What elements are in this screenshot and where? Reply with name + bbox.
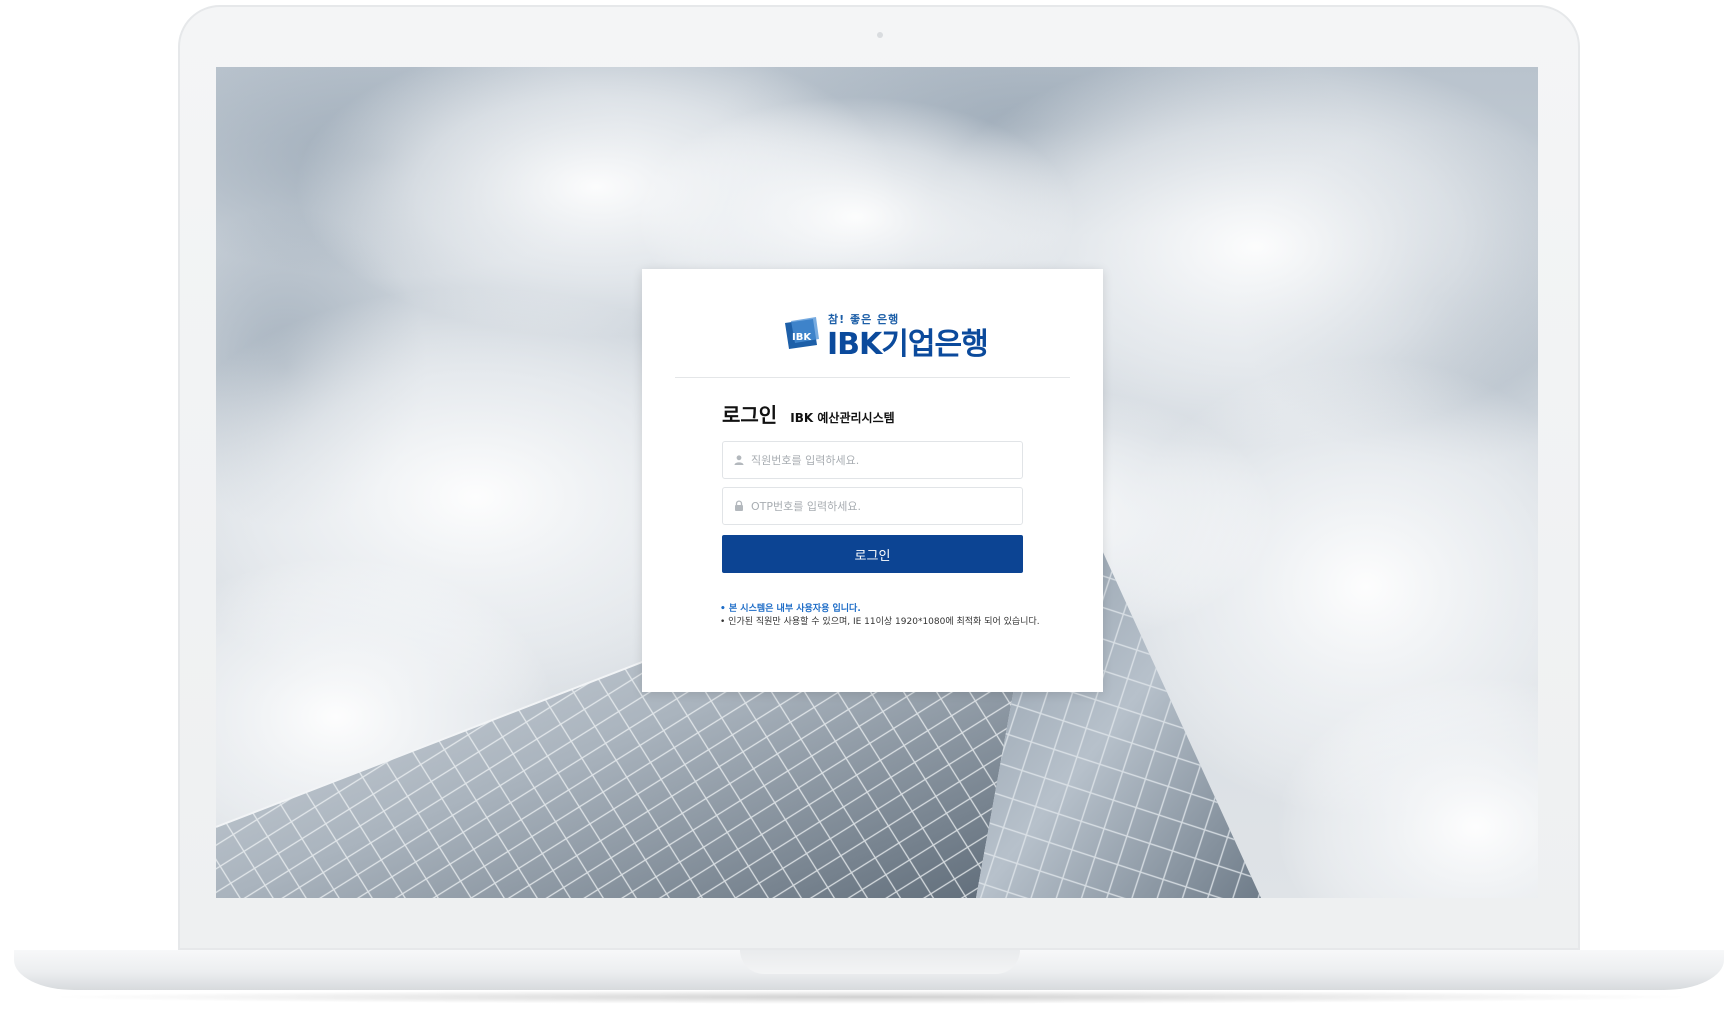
card-divider <box>675 377 1070 378</box>
otp-field[interactable] <box>722 487 1023 525</box>
notice-browser-requirements: • 인가된 직원만 사용할 수 있으며, IE 11이상 1920*1080에 … <box>720 617 1040 627</box>
employee-id-input[interactable] <box>751 442 1016 478</box>
login-heading: 로그인 IBK 예산관리시스템 <box>722 399 895 428</box>
otp-input[interactable] <box>751 488 1016 524</box>
laptop-shadow <box>40 990 1700 1004</box>
notice-internal-use: • 본 시스템은 내부 사용자용 입니다. <box>720 604 861 614</box>
ibk-logo-icon: IBK <box>785 317 819 349</box>
login-title: 로그인 <box>722 403 778 427</box>
laptop-base-notch <box>740 950 1020 974</box>
camera-dot <box>877 32 883 38</box>
system-name: IBK 예산관리시스템 <box>790 411 895 425</box>
laptop-mockup: IBK 참! 좋은 은행 IBK기업은행 로그인 IBK 예산관리시스템 직원번… <box>0 0 1724 1011</box>
user-icon <box>734 455 744 465</box>
login-card: IBK 참! 좋은 은행 IBK기업은행 로그인 IBK 예산관리시스템 직원번… <box>642 269 1103 692</box>
login-button[interactable]: 로그인 <box>722 535 1023 573</box>
lock-icon <box>735 500 743 511</box>
employee-id-field[interactable] <box>722 441 1023 479</box>
svg-text:IBK: IBK <box>792 332 812 343</box>
brand-name: IBK기업은행 <box>827 327 989 362</box>
brand-logo: IBK 참! 좋은 은행 IBK기업은행 <box>642 305 1103 362</box>
laptop-screen: IBK 참! 좋은 은행 IBK기업은행 로그인 IBK 예산관리시스템 직원번… <box>216 67 1538 898</box>
notice-text: • 본 시스템은 내부 사용자용 입니다. • 인가된 직원만 사용할 수 있으… <box>720 603 1040 629</box>
